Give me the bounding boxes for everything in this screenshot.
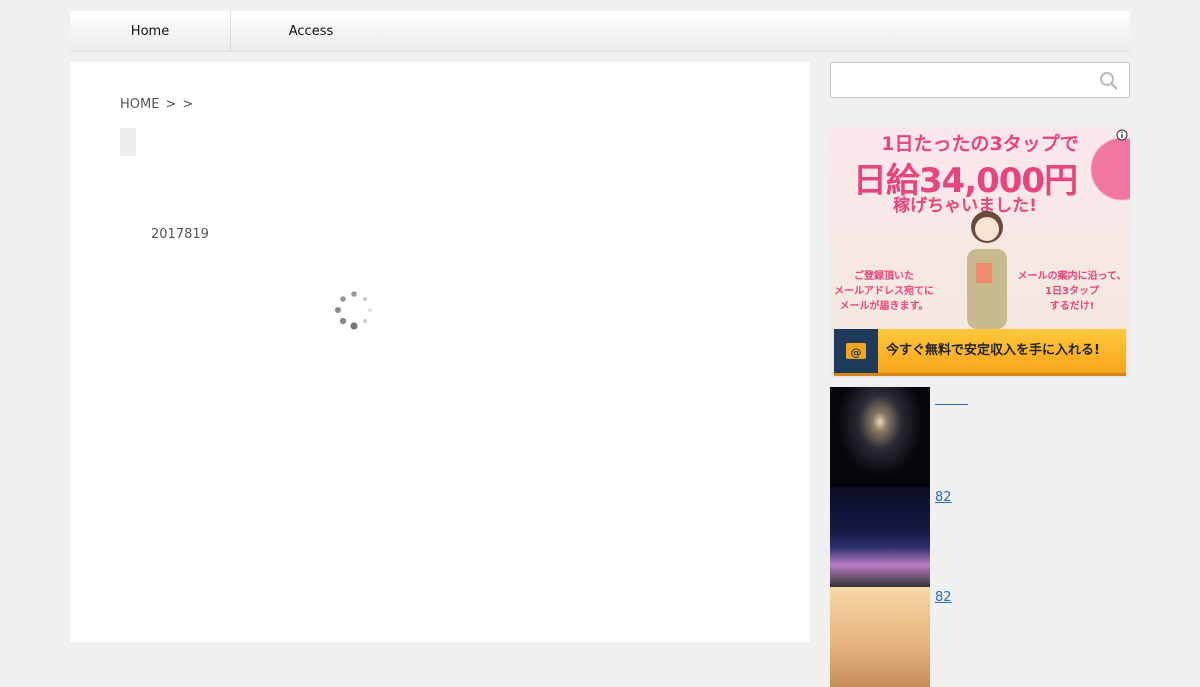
search-icon[interactable] — [1099, 71, 1119, 91]
tokyo-dome-thumbnail[interactable] — [830, 487, 930, 587]
ad-cta-button[interactable]: @ 今すぐ無料で安定収入を手に入れる! — [834, 329, 1126, 376]
list-item[interactable]: 82 — [830, 587, 1130, 687]
post-date: 2017819 — [151, 227, 209, 242]
breadcrumb-separator: > — [182, 97, 194, 112]
search-input[interactable] — [831, 63, 1107, 97]
ad-woman-illustration — [967, 211, 1007, 329]
galaxy-thumbnail[interactable] — [830, 387, 930, 487]
ad-cta-label: 今すぐ無料で安定収入を手に入れる! — [886, 343, 1100, 358]
list-item[interactable] — [830, 387, 1130, 487]
related-post-link[interactable] — [935, 392, 968, 407]
search-box — [830, 62, 1130, 98]
category-tag[interactable] — [120, 128, 136, 156]
breadcrumb-home-link[interactable]: HOME — [120, 97, 159, 112]
ad-banner[interactable]: 1日たったの3タップで 日給34,000円 稼げちゃいました! ご登録頂いた メ… — [830, 127, 1130, 377]
global-nav: Home Access — [70, 11, 1130, 51]
svg-text:@: @ — [851, 346, 862, 359]
list-item[interactable]: 82 — [830, 487, 1130, 587]
silhouette-thumbnail[interactable] — [830, 587, 930, 687]
ad-info-icon[interactable] — [1116, 129, 1128, 141]
breadcrumb: HOME > > — [120, 97, 193, 112]
loading-spinner-icon — [335, 291, 372, 330]
nav-home-link[interactable]: Home — [70, 11, 231, 51]
main-content: HOME > > 2017819 — [70, 62, 810, 642]
mail-icon: @ — [834, 329, 878, 373]
ad-headline: 1日たったの3タップで — [881, 133, 1079, 155]
related-posts: 82 82 — [830, 387, 1130, 687]
related-post-link[interactable]: 82 — [935, 590, 952, 605]
breadcrumb-separator: > — [165, 97, 177, 112]
ad-step2-text: メールの案内に沿って、 1日3タップ するだけ! — [1017, 271, 1127, 312]
ad-step1-text: ご登録頂いた メールアドレス宛てに メールが届きます。 — [834, 271, 934, 312]
nav-access-link[interactable]: Access — [231, 11, 391, 51]
related-post-link[interactable]: 82 — [935, 490, 952, 505]
